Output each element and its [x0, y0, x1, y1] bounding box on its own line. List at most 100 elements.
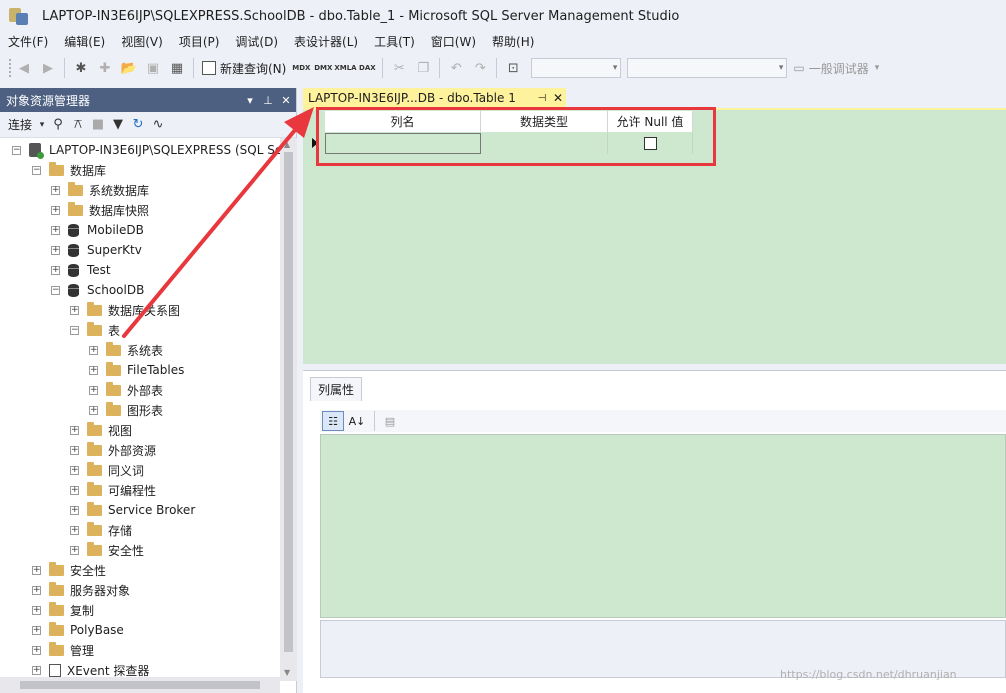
expand-icon[interactable]: + [70, 305, 79, 315]
close-icon[interactable]: ✕ [550, 91, 566, 105]
save-icon[interactable]: ▣ [142, 57, 164, 79]
expand-icon[interactable]: + [51, 205, 60, 215]
tree-node-filetables[interactable]: + FileTables [89, 360, 184, 380]
tree-node-external-tables[interactable]: + 外部表 [89, 380, 163, 400]
tree-node-security[interactable]: + 安全性 [32, 560, 106, 580]
tree-node-mobiledb[interactable]: + MobileDB [51, 220, 144, 240]
cut-icon[interactable]: ✂ [388, 57, 410, 79]
dax-query-button[interactable]: DAX [356, 64, 378, 72]
solution-config-dropdown[interactable]: ▾ [531, 58, 622, 78]
save-all-icon[interactable]: ▦ [166, 57, 188, 79]
tree-node-test[interactable]: + Test [51, 260, 111, 280]
tree-node-graph-tables[interactable]: + 图形表 [89, 400, 163, 420]
chevron-down-icon[interactable]: ▾ [36, 120, 48, 130]
mdx-query-button[interactable]: MDX [290, 64, 312, 72]
stop-icon[interactable]: ■ [88, 117, 108, 132]
platform-dropdown[interactable]: ▾ [627, 58, 788, 78]
refresh-icon[interactable]: ↻ [128, 117, 148, 132]
expand-icon[interactable]: + [32, 565, 41, 575]
expand-icon[interactable]: + [70, 485, 79, 495]
tree-vertical-scrollbar[interactable]: ▲ ▼ [280, 138, 297, 681]
panel-menu-icon[interactable]: ▾ [242, 94, 258, 107]
tree-node-external-resources[interactable]: + 外部资源 [70, 440, 156, 460]
tree-node-database-snapshots[interactable]: + 数据库快照 [51, 200, 149, 220]
expand-icon[interactable]: + [32, 605, 41, 615]
toolbar-grip[interactable] [8, 58, 12, 78]
menu-debug[interactable]: 调试(D) [227, 32, 286, 52]
menu-help[interactable]: 帮助(H) [484, 32, 542, 52]
expand-icon[interactable]: + [32, 585, 41, 595]
menu-table-designer[interactable]: 表设计器(L) [286, 32, 366, 52]
tree-node-programmability[interactable]: + 可编程性 [70, 480, 156, 500]
tree-node-databases[interactable]: − 数据库 [32, 160, 106, 180]
tree-node-server[interactable]: − LAPTOP-IN3E6IJP\SQLEXPRESS (SQL Se [12, 140, 280, 160]
tree-node-synonyms[interactable]: + 同义词 [70, 460, 144, 480]
expand-icon[interactable]: + [70, 545, 79, 555]
back-icon[interactable]: ◀ [13, 57, 35, 79]
tree-node-system-databases[interactable]: + 系统数据库 [51, 180, 149, 200]
pin-icon[interactable]: ⊣ [534, 93, 550, 104]
document-tab-table-designer[interactable]: LAPTOP-IN3E6IJP...DB - dbo.Table 1 ⊣ ✕ [303, 88, 566, 108]
filter-icon[interactable]: ▼ [108, 117, 128, 132]
property-pages-icon[interactable]: ▤ [379, 411, 401, 431]
categorized-icon[interactable]: ☷ [322, 411, 344, 431]
new-project-icon[interactable]: ✱ [70, 57, 92, 79]
open-file-icon[interactable]: 📂 [118, 57, 140, 79]
menu-edit[interactable]: 编辑(E) [56, 32, 113, 52]
collapse-icon[interactable]: − [51, 285, 60, 295]
expand-icon[interactable]: + [70, 525, 79, 535]
expand-icon[interactable]: + [70, 445, 79, 455]
alphabetical-icon[interactable]: A↓ [346, 411, 368, 431]
expand-icon[interactable]: + [51, 245, 60, 255]
scrollbar-thumb[interactable] [284, 152, 293, 652]
expand-icon[interactable]: + [89, 405, 98, 415]
disconnect-icon[interactable]: ⚻ [68, 117, 88, 132]
tree-node-management[interactable]: + 管理 [32, 640, 94, 660]
new-query-button[interactable]: 新建查询(N) [198, 57, 290, 79]
tab-column-properties[interactable]: 列属性 [310, 377, 362, 401]
add-item-icon[interactable]: ✚ [94, 57, 116, 79]
forward-icon[interactable]: ▶ [37, 57, 59, 79]
menu-view[interactable]: 视图(V) [113, 32, 171, 52]
pin-icon[interactable]: ⊥ [260, 94, 276, 107]
expand-icon[interactable]: + [51, 265, 60, 275]
menu-project[interactable]: 项目(P) [171, 32, 228, 52]
copy-icon[interactable]: ❐ [412, 57, 434, 79]
tree-node-system-tables[interactable]: + 系统表 [89, 340, 163, 360]
screenshot-icon[interactable]: ⊡ [502, 57, 524, 79]
expand-icon[interactable]: + [32, 625, 41, 635]
debugger-dropdown[interactable]: ▭ 一般调试器 ▾ [793, 60, 879, 77]
tree-node-storage[interactable]: + 存储 [70, 520, 132, 540]
tree-node-database-diagrams[interactable]: + 数据库关系图 [70, 300, 180, 320]
expand-icon[interactable]: + [89, 345, 98, 355]
collapse-icon[interactable]: − [32, 165, 41, 175]
tree-node-service-broker[interactable]: + Service Broker [70, 500, 195, 520]
expand-icon[interactable]: + [89, 385, 98, 395]
menu-file[interactable]: 文件(F) [0, 32, 56, 52]
menu-window[interactable]: 窗口(W) [423, 32, 484, 52]
xmla-query-button[interactable]: XMLA [334, 64, 356, 72]
tree-horizontal-scrollbar[interactable] [0, 677, 280, 693]
redo-icon[interactable]: ↷ [469, 57, 491, 79]
expand-icon[interactable]: + [32, 645, 41, 655]
close-icon[interactable]: ✕ [278, 94, 294, 107]
tree-node-tables[interactable]: − 表 [70, 320, 120, 340]
undo-icon[interactable]: ↶ [445, 57, 467, 79]
scroll-up-icon[interactable]: ▲ [284, 140, 290, 149]
expand-icon[interactable]: + [70, 505, 79, 515]
connect-plug-icon[interactable]: ⚲ [48, 117, 68, 132]
collapse-icon[interactable]: − [70, 325, 79, 335]
expand-icon[interactable]: + [51, 185, 60, 195]
connect-button[interactable]: 连接 [8, 116, 32, 133]
collapse-icon[interactable]: − [12, 145, 21, 155]
expand-icon[interactable]: + [89, 365, 98, 375]
activity-monitor-icon[interactable]: ∿ [148, 117, 168, 132]
expand-icon[interactable]: + [51, 225, 60, 235]
menu-tools[interactable]: 工具(T) [366, 32, 423, 52]
expand-icon[interactable]: + [70, 465, 79, 475]
expand-icon[interactable]: + [70, 425, 79, 435]
scroll-down-icon[interactable]: ▼ [284, 668, 290, 677]
expand-icon[interactable]: + [32, 665, 41, 675]
tree-node-server-objects[interactable]: + 服务器对象 [32, 580, 130, 600]
tree-node-schooldb[interactable]: − SchoolDB [51, 280, 144, 300]
